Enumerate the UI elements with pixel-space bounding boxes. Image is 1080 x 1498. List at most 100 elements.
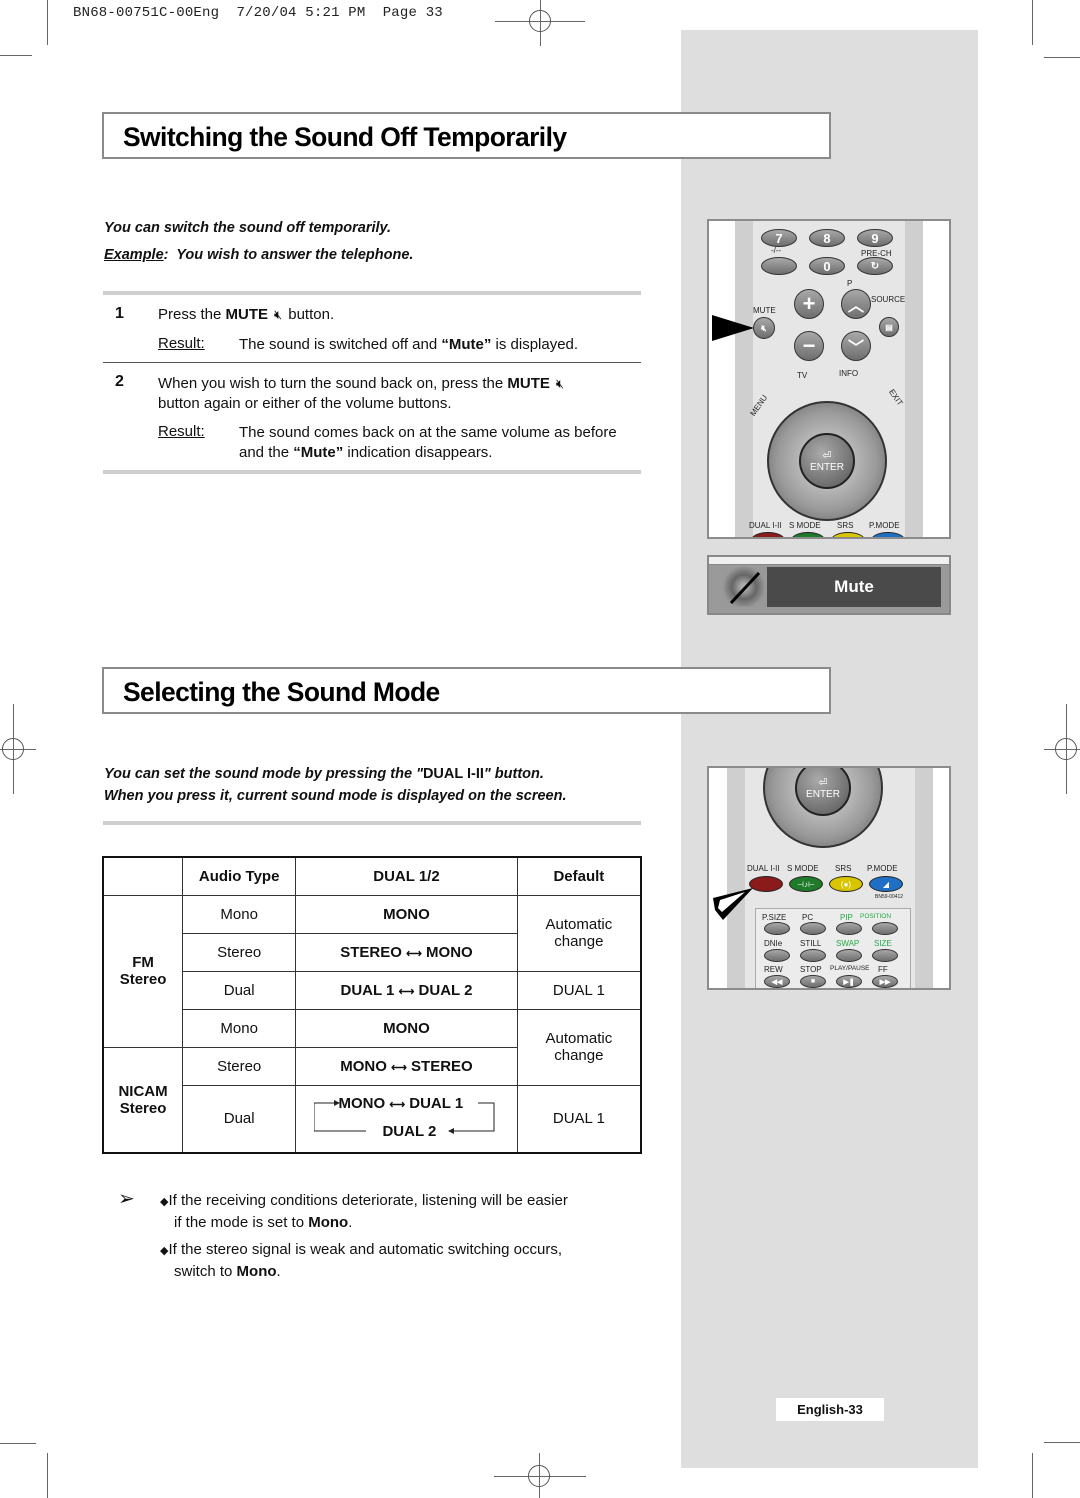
dual-mode-a: MONO xyxy=(338,1094,386,1112)
remote-label-stop: STOP xyxy=(800,965,822,974)
remote-smode-button: ⊣♪⊢ xyxy=(789,876,823,892)
group-name-line2: Stereo xyxy=(119,1099,167,1117)
remote-model-number: BN59-00412 xyxy=(875,894,904,900)
note-text-line2: if the mode is set to xyxy=(174,1213,309,1231)
rewind-icon: ◀◀ xyxy=(764,975,790,988)
group-fm-stereo: FM Stereo xyxy=(102,894,184,1048)
step1-result-bold: “Mute” xyxy=(441,336,492,353)
divider xyxy=(103,362,641,363)
audio-type-cell: Mono xyxy=(182,894,297,934)
remote-label-srs: SRS xyxy=(835,864,852,873)
table-row: Dual MONO ⟷ DUAL 1 DUAL 2 DUAL 1 xyxy=(103,1084,642,1154)
note-item: ◆If the stereo signal is weak and automa… xyxy=(160,1240,562,1281)
remote-mute-button: 🔇︎ xyxy=(753,317,775,339)
intro-after: " button. xyxy=(483,766,544,782)
mute-osd-panel: Mute xyxy=(721,567,941,607)
dual-cycle-cell: MONO ⟷ DUAL 1 DUAL 2 xyxy=(295,1084,518,1154)
group-name-line2: Stereo xyxy=(119,971,167,988)
result-label: Result: xyxy=(158,423,205,440)
remote-label-psize: P.SIZE xyxy=(762,913,787,922)
dual-mode-b: DUAL 2 xyxy=(418,981,473,999)
intro-before: You can set the sound mode by pressing t… xyxy=(104,766,423,782)
remote-label-dash: -/-- xyxy=(771,246,782,255)
remote-label-pmode: P.MODE xyxy=(869,521,900,530)
dual-mode-a: DUAL 1 xyxy=(340,981,395,999)
dual-cell: MONO xyxy=(295,894,518,934)
remote-label-ff: FF xyxy=(878,965,888,974)
audio-type-cell: Stereo xyxy=(182,1046,297,1086)
result-label: Result: xyxy=(158,335,205,352)
default-cell: DUAL 1 xyxy=(516,970,642,1010)
table-header: Default xyxy=(516,856,642,896)
mute-osd: Mute xyxy=(707,555,951,615)
section2-title-box: Selecting the Sound Mode xyxy=(102,667,831,714)
note-after: . xyxy=(276,1262,281,1280)
dual-mode-b: MONO xyxy=(426,943,473,961)
remote-enter-button: ⏎ ENTER xyxy=(799,433,855,489)
step2-result-bold: “Mute” xyxy=(293,443,344,461)
remote-illustration-mute: 7 8 9 -/-- PRE-CH 0 ↻ P MUTE SOURCE 🔇︎ +… xyxy=(707,219,951,539)
section2-title: Selecting the Sound Mode xyxy=(123,677,440,707)
remote-label-playpause: PLAY/PAUSE xyxy=(830,965,870,972)
note-item: ◆If the receiving conditions deteriorate… xyxy=(160,1191,568,1232)
section2-intro-line2: When you press it, current sound mode is… xyxy=(104,788,567,804)
remote-label-smode: S MODE xyxy=(789,521,821,530)
divider xyxy=(103,291,641,295)
table-header: DUAL 1/2 xyxy=(295,856,518,896)
stop-icon: ■ xyxy=(800,975,826,988)
remote-label-dual: DUAL I-II xyxy=(747,864,780,873)
remote-label-still: STILL xyxy=(800,939,822,948)
note-text-line2: switch to xyxy=(174,1262,237,1280)
dual-cell: MONO xyxy=(295,1008,518,1048)
dual-mode-b: STEREO xyxy=(411,1057,473,1075)
section1-title: Switching the Sound Off Temporarily xyxy=(123,122,567,152)
remote-illustration-dual: ⏎ ENTER DUAL I-II S MODE SRS P.MODE ⊣♪⊢ … xyxy=(707,766,951,990)
section2-intro-line1: You can set the sound mode by pressing t… xyxy=(104,766,544,782)
step2-text: When you wish to turn the sound back on,… xyxy=(158,374,570,413)
step2-result: The sound comes back on at the same volu… xyxy=(239,423,617,462)
remote-label-pip: PIP xyxy=(840,913,853,922)
group-nicam-stereo: NICAM Stereo xyxy=(102,1046,184,1154)
table-row: Mono MONO Automatic change xyxy=(103,1008,642,1086)
remote-button-8: 8 xyxy=(809,229,845,247)
remote-label-position: POSITION xyxy=(860,913,892,920)
remote-label-enter: ENTER xyxy=(806,789,840,800)
remote-button-7: 7 xyxy=(761,229,797,247)
remote-still-button xyxy=(800,949,826,962)
step2-result-after: indication disappears. xyxy=(343,443,493,461)
dual-cell: DUAL 1 ⟷ DUAL 2 xyxy=(295,970,518,1010)
group-name-line1: FM xyxy=(132,954,154,971)
remote-label-swap: SWAP xyxy=(836,939,860,948)
remote-dnie-button xyxy=(764,949,790,962)
remote-volume-down: − xyxy=(794,331,824,361)
speaker-muted-icon xyxy=(721,567,767,607)
table-row: FM Stereo Mono MONO Automatic change xyxy=(102,894,642,1048)
mute-icon: 🔇︎ xyxy=(274,307,283,322)
page-number-label: English-33 xyxy=(776,1398,884,1421)
remote-channel-down: ﹀ xyxy=(841,331,871,361)
note-bold: Mono xyxy=(308,1213,349,1231)
step2-result-line1: The sound comes back on at the same volu… xyxy=(239,424,617,441)
step1-text: Press the MUTE 🔇︎ button. xyxy=(158,305,334,325)
remote-label-pmode: P.MODE xyxy=(867,864,898,873)
step1-result-before: The sound is switched off and xyxy=(239,336,442,353)
table-header-row: Audio Type DUAL 1/2 Default xyxy=(102,856,642,896)
mute-icon: 🔇︎ xyxy=(555,376,565,391)
bidirectional-arrow-icon: ⟷ xyxy=(389,1098,406,1111)
divider xyxy=(103,821,641,825)
remote-label-info: INFO xyxy=(839,369,859,378)
remote-label-enter: ENTER xyxy=(810,462,844,473)
table-header xyxy=(102,856,184,896)
remote-label-pc: PC xyxy=(802,913,814,922)
remote-label-p: P xyxy=(847,279,853,288)
enter-icon: ⏎ xyxy=(818,777,828,789)
remote-enter-button: ⏎ ENTER xyxy=(795,768,851,816)
print-date: 7/20/04 xyxy=(236,5,297,21)
step-number: 1 xyxy=(115,305,124,322)
bidirectional-arrow-icon: ⟷ xyxy=(398,985,415,998)
section1-intro: You can switch the sound off temporarily… xyxy=(104,220,392,236)
note-bold: Mono xyxy=(236,1262,277,1280)
remote-psize-button xyxy=(764,922,790,935)
section1-example: Example: You wish to answer the telephon… xyxy=(104,247,414,263)
doc-id: BN68-00751C-00Eng xyxy=(73,5,220,21)
